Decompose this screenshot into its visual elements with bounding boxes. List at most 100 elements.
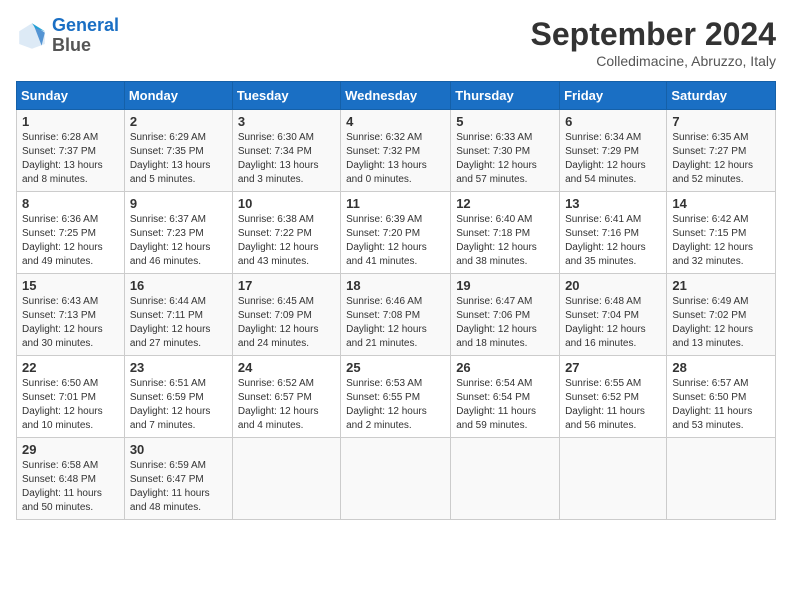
logo-icon [16, 20, 48, 52]
logo: General Blue [16, 16, 119, 56]
calendar-table: Sunday Monday Tuesday Wednesday Thursday… [16, 81, 776, 520]
calendar-cell: 28 Sunrise: 6:57 AM Sunset: 6:50 PM Dayl… [667, 356, 776, 438]
col-saturday: Saturday [667, 82, 776, 110]
day-info: Sunrise: 6:42 AM Sunset: 7:15 PM Dayligh… [672, 213, 770, 269]
day-info: Sunrise: 6:46 AM Sunset: 7:08 PM Dayligh… [346, 295, 445, 351]
day-info: Sunrise: 6:43 AM Sunset: 7:13 PM Dayligh… [22, 295, 119, 351]
calendar-cell [341, 438, 451, 520]
calendar-cell: 26 Sunrise: 6:54 AM Sunset: 6:54 PM Dayl… [451, 356, 560, 438]
day-number: 13 [565, 196, 661, 211]
day-number: 21 [672, 278, 770, 293]
day-info: Sunrise: 6:34 AM Sunset: 7:29 PM Dayligh… [565, 131, 661, 187]
day-number: 1 [22, 114, 119, 129]
calendar-cell: 4 Sunrise: 6:32 AM Sunset: 7:32 PM Dayli… [341, 110, 451, 192]
calendar-week-row: 22 Sunrise: 6:50 AM Sunset: 7:01 PM Dayl… [17, 356, 776, 438]
day-info: Sunrise: 6:44 AM Sunset: 7:11 PM Dayligh… [130, 295, 227, 351]
day-number: 8 [22, 196, 119, 211]
calendar-cell: 5 Sunrise: 6:33 AM Sunset: 7:30 PM Dayli… [451, 110, 560, 192]
col-tuesday: Tuesday [232, 82, 340, 110]
day-info: Sunrise: 6:30 AM Sunset: 7:34 PM Dayligh… [238, 131, 335, 187]
day-number: 28 [672, 360, 770, 375]
day-info: Sunrise: 6:55 AM Sunset: 6:52 PM Dayligh… [565, 377, 661, 433]
calendar-cell [232, 438, 340, 520]
day-info: Sunrise: 6:48 AM Sunset: 7:04 PM Dayligh… [565, 295, 661, 351]
day-info: Sunrise: 6:37 AM Sunset: 7:23 PM Dayligh… [130, 213, 227, 269]
calendar-cell: 11 Sunrise: 6:39 AM Sunset: 7:20 PM Dayl… [341, 192, 451, 274]
day-number: 20 [565, 278, 661, 293]
calendar-cell: 2 Sunrise: 6:29 AM Sunset: 7:35 PM Dayli… [124, 110, 232, 192]
calendar-week-row: 8 Sunrise: 6:36 AM Sunset: 7:25 PM Dayli… [17, 192, 776, 274]
day-info: Sunrise: 6:28 AM Sunset: 7:37 PM Dayligh… [22, 131, 119, 187]
month-title: September 2024 [531, 16, 776, 53]
calendar-week-row: 1 Sunrise: 6:28 AM Sunset: 7:37 PM Dayli… [17, 110, 776, 192]
header-row: Sunday Monday Tuesday Wednesday Thursday… [17, 82, 776, 110]
day-info: Sunrise: 6:54 AM Sunset: 6:54 PM Dayligh… [456, 377, 554, 433]
calendar-cell: 1 Sunrise: 6:28 AM Sunset: 7:37 PM Dayli… [17, 110, 125, 192]
calendar-cell: 27 Sunrise: 6:55 AM Sunset: 6:52 PM Dayl… [560, 356, 667, 438]
logo-line1: General [52, 15, 119, 35]
day-info: Sunrise: 6:59 AM Sunset: 6:47 PM Dayligh… [130, 459, 227, 515]
calendar-cell: 6 Sunrise: 6:34 AM Sunset: 7:29 PM Dayli… [560, 110, 667, 192]
day-info: Sunrise: 6:35 AM Sunset: 7:27 PM Dayligh… [672, 131, 770, 187]
day-number: 5 [456, 114, 554, 129]
title-block: September 2024 Colledimacine, Abruzzo, I… [531, 16, 776, 69]
day-info: Sunrise: 6:51 AM Sunset: 6:59 PM Dayligh… [130, 377, 227, 433]
day-info: Sunrise: 6:45 AM Sunset: 7:09 PM Dayligh… [238, 295, 335, 351]
day-number: 7 [672, 114, 770, 129]
day-info: Sunrise: 6:57 AM Sunset: 6:50 PM Dayligh… [672, 377, 770, 433]
day-info: Sunrise: 6:50 AM Sunset: 7:01 PM Dayligh… [22, 377, 119, 433]
day-info: Sunrise: 6:49 AM Sunset: 7:02 PM Dayligh… [672, 295, 770, 351]
col-wednesday: Wednesday [341, 82, 451, 110]
day-number: 6 [565, 114, 661, 129]
calendar-cell: 22 Sunrise: 6:50 AM Sunset: 7:01 PM Dayl… [17, 356, 125, 438]
calendar-cell: 10 Sunrise: 6:38 AM Sunset: 7:22 PM Dayl… [232, 192, 340, 274]
day-number: 30 [130, 442, 227, 457]
day-info: Sunrise: 6:33 AM Sunset: 7:30 PM Dayligh… [456, 131, 554, 187]
day-info: Sunrise: 6:38 AM Sunset: 7:22 PM Dayligh… [238, 213, 335, 269]
col-monday: Monday [124, 82, 232, 110]
calendar-cell: 19 Sunrise: 6:47 AM Sunset: 7:06 PM Dayl… [451, 274, 560, 356]
day-info: Sunrise: 6:52 AM Sunset: 6:57 PM Dayligh… [238, 377, 335, 433]
day-info: Sunrise: 6:36 AM Sunset: 7:25 PM Dayligh… [22, 213, 119, 269]
day-number: 11 [346, 196, 445, 211]
day-number: 10 [238, 196, 335, 211]
day-info: Sunrise: 6:32 AM Sunset: 7:32 PM Dayligh… [346, 131, 445, 187]
calendar-cell: 29 Sunrise: 6:58 AM Sunset: 6:48 PM Dayl… [17, 438, 125, 520]
calendar-cell: 30 Sunrise: 6:59 AM Sunset: 6:47 PM Dayl… [124, 438, 232, 520]
col-thursday: Thursday [451, 82, 560, 110]
calendar-week-row: 15 Sunrise: 6:43 AM Sunset: 7:13 PM Dayl… [17, 274, 776, 356]
calendar-cell: 17 Sunrise: 6:45 AM Sunset: 7:09 PM Dayl… [232, 274, 340, 356]
day-number: 22 [22, 360, 119, 375]
day-info: Sunrise: 6:58 AM Sunset: 6:48 PM Dayligh… [22, 459, 119, 515]
day-number: 26 [456, 360, 554, 375]
day-number: 18 [346, 278, 445, 293]
calendar-cell: 20 Sunrise: 6:48 AM Sunset: 7:04 PM Dayl… [560, 274, 667, 356]
day-info: Sunrise: 6:53 AM Sunset: 6:55 PM Dayligh… [346, 377, 445, 433]
day-number: 15 [22, 278, 119, 293]
day-number: 16 [130, 278, 227, 293]
day-number: 4 [346, 114, 445, 129]
calendar-cell: 23 Sunrise: 6:51 AM Sunset: 6:59 PM Dayl… [124, 356, 232, 438]
col-friday: Friday [560, 82, 667, 110]
calendar-cell: 14 Sunrise: 6:42 AM Sunset: 7:15 PM Dayl… [667, 192, 776, 274]
day-number: 19 [456, 278, 554, 293]
logo-line2: Blue [52, 35, 91, 55]
location: Colledimacine, Abruzzo, Italy [531, 53, 776, 69]
calendar-cell: 18 Sunrise: 6:46 AM Sunset: 7:08 PM Dayl… [341, 274, 451, 356]
calendar-cell [560, 438, 667, 520]
col-sunday: Sunday [17, 82, 125, 110]
day-info: Sunrise: 6:40 AM Sunset: 7:18 PM Dayligh… [456, 213, 554, 269]
calendar-cell [667, 438, 776, 520]
calendar-cell: 24 Sunrise: 6:52 AM Sunset: 6:57 PM Dayl… [232, 356, 340, 438]
calendar-cell [451, 438, 560, 520]
page-header: General Blue September 2024 Colledimacin… [16, 16, 776, 69]
calendar-cell: 8 Sunrise: 6:36 AM Sunset: 7:25 PM Dayli… [17, 192, 125, 274]
day-info: Sunrise: 6:41 AM Sunset: 7:16 PM Dayligh… [565, 213, 661, 269]
calendar-cell: 3 Sunrise: 6:30 AM Sunset: 7:34 PM Dayli… [232, 110, 340, 192]
calendar-cell: 9 Sunrise: 6:37 AM Sunset: 7:23 PM Dayli… [124, 192, 232, 274]
day-info: Sunrise: 6:39 AM Sunset: 7:20 PM Dayligh… [346, 213, 445, 269]
calendar-cell: 21 Sunrise: 6:49 AM Sunset: 7:02 PM Dayl… [667, 274, 776, 356]
day-number: 23 [130, 360, 227, 375]
calendar-cell: 25 Sunrise: 6:53 AM Sunset: 6:55 PM Dayl… [341, 356, 451, 438]
day-number: 3 [238, 114, 335, 129]
